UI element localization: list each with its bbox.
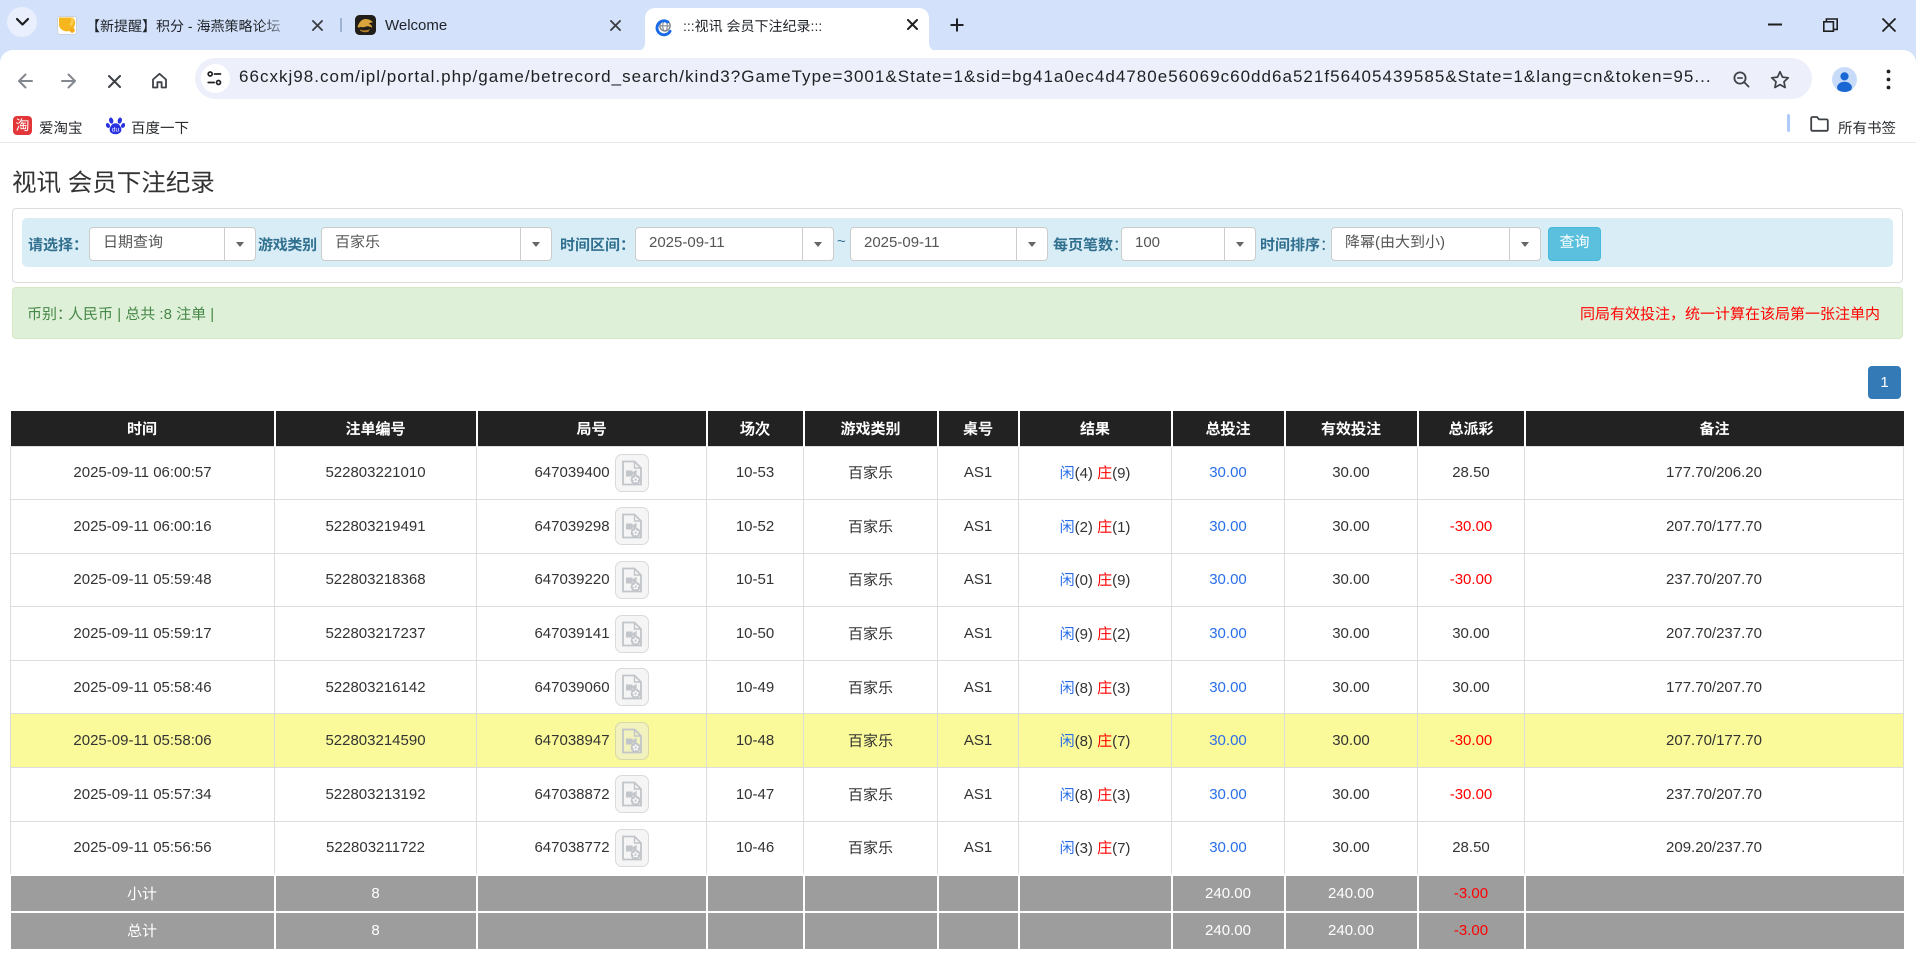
svg-text:du: du <box>112 126 120 133</box>
